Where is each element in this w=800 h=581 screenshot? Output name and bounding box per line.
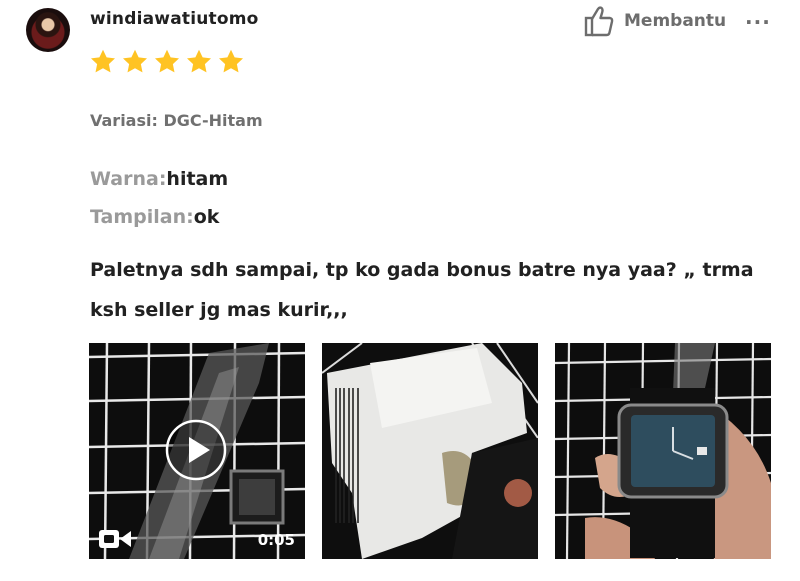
review-video-thumbnail[interactable]: 0:05 <box>89 343 305 559</box>
reviewer-username[interactable]: windiawatiutomo <box>90 9 259 29</box>
review-photo-thumbnail[interactable] <box>555 343 771 559</box>
star-icon <box>123 49 147 73</box>
video-camera-icon <box>99 530 131 548</box>
variation-label: Variasi: DGC-Hitam <box>90 111 263 130</box>
star-icon <box>219 49 243 73</box>
helpful-label: Membantu <box>624 11 727 31</box>
review-comment: Paletnya sdh sampai, tp ko gada bonus ba… <box>90 259 754 321</box>
video-duration: 0:05 <box>257 531 295 549</box>
attribute-key: Tampilan: <box>90 206 194 228</box>
more-options-icon[interactable]: ··· <box>745 12 771 32</box>
play-icon[interactable] <box>165 419 227 481</box>
star-icon <box>91 49 115 73</box>
attribute-key: Warna: <box>90 168 167 190</box>
attribute-tampilan: Tampilan:ok <box>90 206 219 228</box>
star-icon <box>187 49 211 73</box>
thumbs-up-icon <box>584 6 614 37</box>
star-icon <box>155 49 179 73</box>
attribute-value: hitam <box>166 168 229 190</box>
attribute-warna: Warna:hitam <box>90 168 228 190</box>
avatar[interactable] <box>26 8 70 52</box>
attribute-value: ok <box>193 206 220 228</box>
watch-on-hand-image <box>555 343 771 559</box>
rating-stars <box>88 47 246 77</box>
helpful-button[interactable]: Membantu <box>584 5 726 37</box>
review-photo-thumbnail[interactable] <box>322 343 538 559</box>
package-label-image <box>322 343 538 559</box>
